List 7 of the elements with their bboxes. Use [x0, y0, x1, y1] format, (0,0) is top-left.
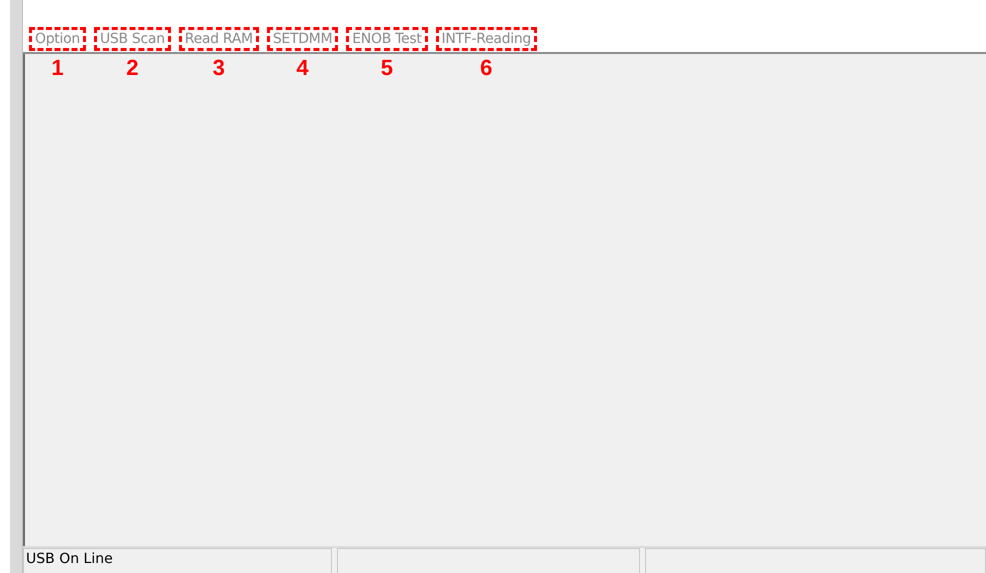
annotation-number: 3	[212, 56, 226, 80]
annotation-number: 6	[479, 56, 494, 80]
annotation-number: 5	[380, 56, 394, 80]
annotation-number: 2	[125, 56, 140, 80]
annotation-number: 1	[50, 56, 65, 80]
status-text: USB On Line	[26, 551, 113, 567]
annotation-number: 4	[295, 56, 310, 80]
